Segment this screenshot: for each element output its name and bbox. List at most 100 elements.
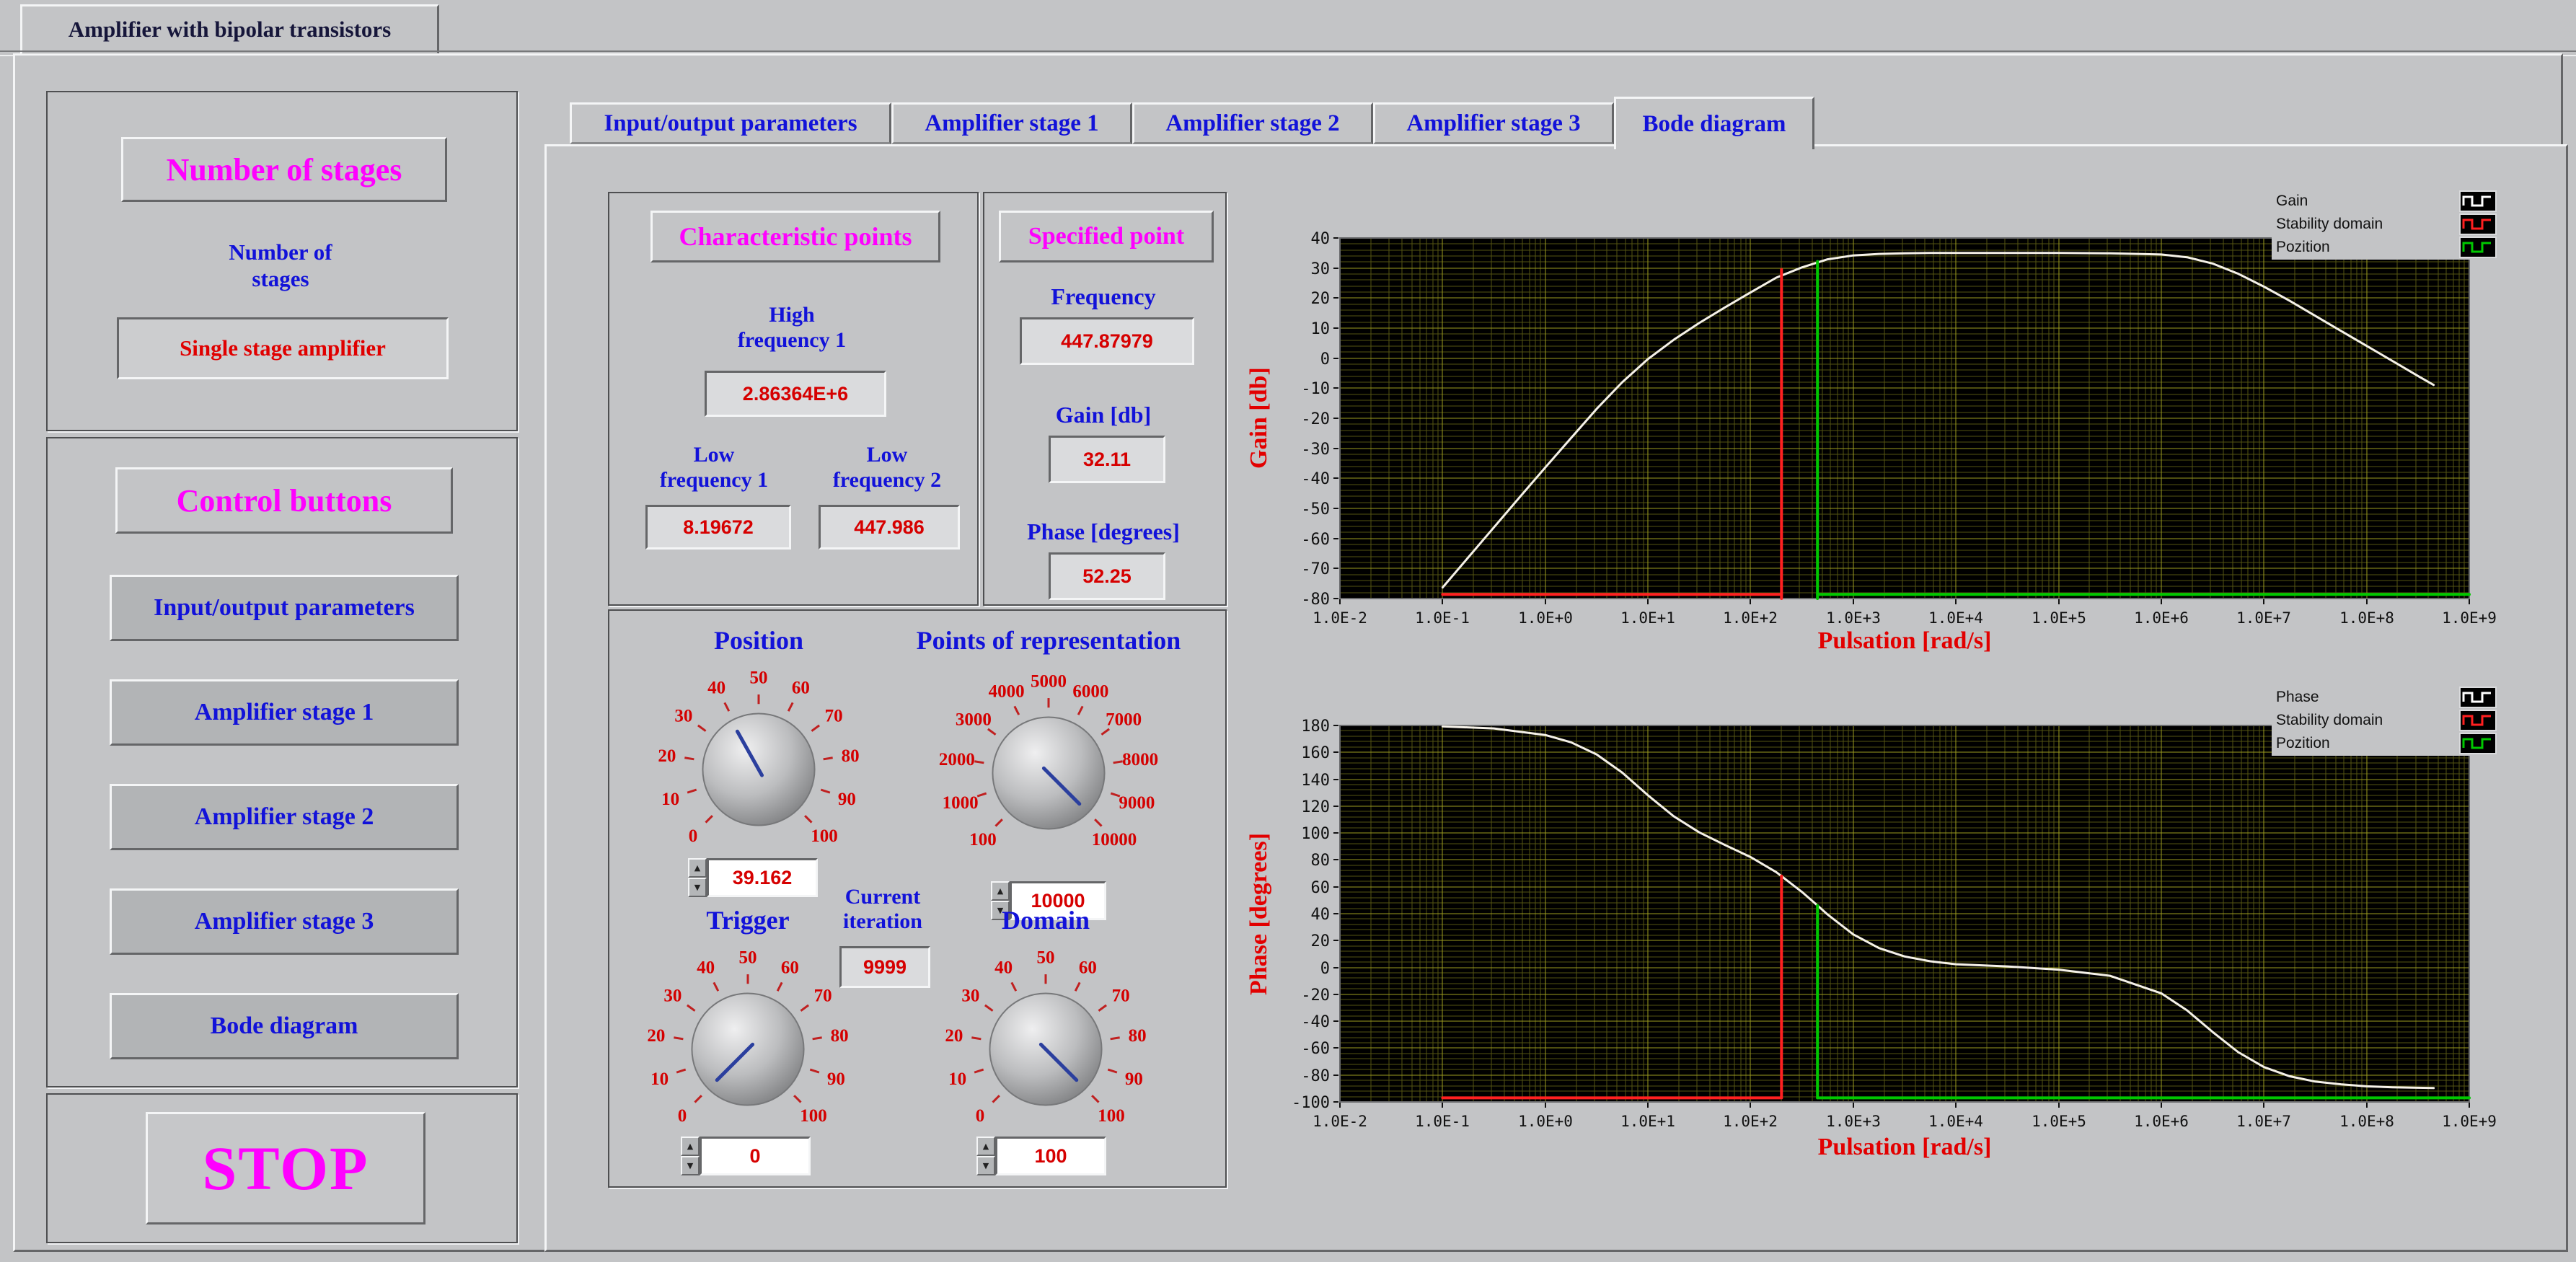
svg-text:80: 80: [1129, 1026, 1147, 1046]
tab-amplifier-stage-1[interactable]: Amplifier stage 1: [891, 102, 1132, 144]
tab-label: Input/output parameters: [604, 110, 857, 136]
svg-text:1.0E+3: 1.0E+3: [1826, 1113, 1881, 1130]
trigger-knob[interactable]: 0 10 20 30 40 50 60 70 80 90100: [629, 930, 867, 1168]
svg-text:1.0E-2: 1.0E-2: [1313, 609, 1367, 627]
phase-plot-legend: Phase Stability domain Pozition: [2272, 685, 2501, 756]
svg-text:2000: 2000: [939, 750, 975, 769]
svg-text:1.0E+5: 1.0E+5: [2032, 609, 2086, 627]
high-frequency-value: 2.86364E+6: [705, 371, 886, 417]
legend-plot-icon[interactable]: [2459, 213, 2497, 235]
svg-text:30: 30: [674, 706, 692, 725]
svg-text:1000: 1000: [943, 793, 979, 813]
legend-plot-icon[interactable]: [2459, 190, 2497, 212]
svg-text:1.0E+7: 1.0E+7: [2236, 1113, 2291, 1130]
increment-button[interactable]: ▲: [976, 1137, 995, 1156]
svg-text:10: 10: [661, 790, 679, 809]
svg-text:1.0E+3: 1.0E+3: [1826, 609, 1881, 627]
legend-plot-icon[interactable]: [2459, 237, 2497, 258]
position-spinner[interactable]: ▲ ▼ 39.162: [688, 858, 818, 897]
svg-text:20: 20: [1311, 290, 1331, 308]
stop-button[interactable]: STOP: [146, 1112, 425, 1225]
phase-value: 52.25: [1049, 552, 1165, 600]
trigger-value[interactable]: 0: [700, 1137, 811, 1175]
svg-text:-40: -40: [1301, 1013, 1330, 1031]
window-title-tab[interactable]: Amplifier with bipolar transistors: [20, 4, 439, 55]
specified-point-panel: Specified point Frequency 447.87979 Gain…: [983, 192, 1227, 606]
low-frequency-2-label: Low frequency 2: [832, 443, 942, 492]
gain-value: 32.11: [1049, 436, 1165, 483]
low-frequency-1-value: 8.19672: [645, 505, 791, 550]
increment-button[interactable]: ▲: [688, 858, 707, 878]
svg-text:40: 40: [994, 958, 1013, 977]
characteristic-title-box: Characteristic points: [650, 211, 940, 262]
legend-plot-icon[interactable]: [2459, 733, 2497, 754]
legend-plot-icon[interactable]: [2459, 687, 2497, 708]
goto-amplifier-stage-3-button[interactable]: Amplifier stage 3: [110, 888, 459, 955]
goto-input-output-button[interactable]: Input/output parameters: [110, 575, 459, 641]
decrement-button[interactable]: ▼: [976, 1156, 995, 1175]
tab-input-output-parameters[interactable]: Input/output parameters: [570, 102, 891, 144]
tab-label: Amplifier stage 2: [1165, 110, 1340, 136]
points-knob-label: Points of representation: [916, 626, 1181, 655]
legend-label: Stability domain: [2276, 216, 2383, 232]
position-value[interactable]: 39.162: [707, 858, 818, 897]
goto-amplifier-stage-1-button[interactable]: Amplifier stage 1: [110, 679, 459, 746]
increment-button[interactable]: ▲: [991, 881, 1010, 901]
svg-text:0: 0: [678, 1106, 687, 1126]
tab-amplifier-stage-3[interactable]: Amplifier stage 3: [1373, 102, 1614, 144]
legend-plot-icon[interactable]: [2459, 710, 2497, 731]
tab-label: Amplifier stage 3: [1406, 110, 1581, 136]
svg-text:1.0E+4: 1.0E+4: [1928, 1113, 1983, 1130]
button-label: Amplifier stage 3: [194, 908, 374, 935]
domain-spinner[interactable]: ▲ ▼ 100: [976, 1137, 1106, 1175]
phase-label: Phase [degrees]: [1027, 518, 1180, 544]
svg-text:0: 0: [1320, 350, 1330, 369]
decrement-button[interactable]: ▼: [681, 1156, 700, 1175]
stages-selector[interactable]: Single stage amplifier: [117, 317, 449, 379]
domain-knob[interactable]: 0 10 20 30 40 50 60 70 80 90100: [927, 930, 1165, 1168]
svg-text:-60: -60: [1301, 1040, 1330, 1058]
gain-plot-canvas[interactable]: 1.0E-2 1.0E-1 1.0E+0 1.0E+1 1.0E+2 1.0E+3 1.0E…: [1233, 186, 2505, 687]
tab-amplifier-stage-2[interactable]: Amplifier stage 2: [1132, 102, 1373, 144]
svg-text:60: 60: [1079, 958, 1097, 977]
position-knob[interactable]: 0 10 20 30 40 50 60 70 80 90100: [640, 650, 878, 888]
points-of-representation-knob[interactable]: 100 1000 2000 3000 4000 50006000 7000 8000 9000 1…: [930, 654, 1168, 892]
svg-text:140: 140: [1301, 772, 1330, 790]
stages-label: Number of stages: [229, 239, 332, 291]
svg-text:1.0E-1: 1.0E-1: [1415, 609, 1470, 627]
svg-text:20: 20: [945, 1026, 963, 1046]
goto-amplifier-stage-2-button[interactable]: Amplifier stage 2: [110, 784, 459, 850]
svg-text:100: 100: [800, 1106, 827, 1126]
goto-bode-diagram-button[interactable]: Bode diagram: [110, 993, 459, 1059]
gain-label: Gain [db]: [1055, 401, 1152, 428]
domain-value[interactable]: 100: [995, 1137, 1106, 1175]
svg-text:30: 30: [961, 986, 979, 1005]
control-title: Control buttons: [176, 482, 392, 519]
svg-text:7000: 7000: [1106, 710, 1142, 729]
svg-text:1.0E+0: 1.0E+0: [1518, 609, 1573, 627]
low-frequency-1-label: Low frequency 1: [659, 443, 769, 492]
legend-label: Pozition: [2276, 239, 2330, 255]
decrement-button[interactable]: ▼: [688, 878, 707, 897]
phase-plot: 1.0E-2 1.0E-1 1.0E+0 1.0E+1 1.0E+2 1.0E+3 1.0E…: [1233, 679, 2505, 1184]
svg-text:1.0E-2: 1.0E-2: [1313, 1113, 1367, 1130]
stages-title-box: Number of stages: [121, 137, 447, 202]
increment-button[interactable]: ▲: [681, 1137, 700, 1156]
svg-text:100: 100: [1301, 825, 1330, 843]
svg-text:50: 50: [1037, 948, 1055, 967]
svg-text:100: 100: [969, 830, 997, 850]
svg-text:1.0E+8: 1.0E+8: [2339, 1113, 2394, 1130]
svg-text:-80: -80: [1301, 591, 1330, 609]
button-label: Amplifier stage 1: [194, 699, 374, 725]
svg-text:80: 80: [842, 746, 860, 766]
svg-text:1.0E+9: 1.0E+9: [2442, 1113, 2497, 1130]
trigger-spinner[interactable]: ▲ ▼ 0: [681, 1137, 811, 1175]
svg-text:60: 60: [1311, 879, 1331, 897]
svg-text:180: 180: [1301, 718, 1330, 736]
svg-text:160: 160: [1301, 744, 1330, 762]
tab-bode-diagram[interactable]: Bode diagram: [1614, 97, 1814, 149]
svg-text:50: 50: [750, 668, 768, 687]
low-frequency-2-value: 447.986: [819, 505, 960, 550]
svg-text:5000: 5000: [1031, 671, 1067, 691]
svg-text:1.0E+4: 1.0E+4: [1928, 609, 1983, 627]
